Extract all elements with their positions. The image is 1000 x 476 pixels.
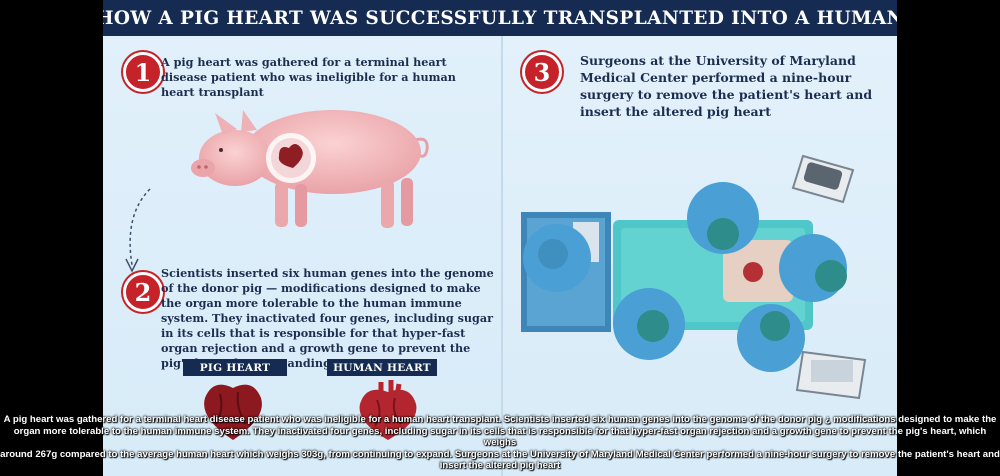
step-3-badge: 3	[522, 52, 562, 92]
infographic: HOW A PIG HEART WAS SUCCESSFULLY TRANSPL…	[103, 0, 897, 476]
step-1-text: A pig heart was gathered for a terminal …	[161, 55, 456, 99]
caption-line: A pig heart was gathered for a terminal …	[3, 414, 997, 425]
step-3-text: Surgeons at the University of Maryland M…	[580, 53, 873, 119]
step-2-text: Scientists inserted six human genes into…	[161, 266, 494, 370]
dashed-arrow	[125, 188, 151, 273]
caption-line: organ more tolerable to the human immune…	[13, 425, 987, 449]
surgical-light-icon	[791, 154, 855, 204]
caption-line: insert the altered pig heart	[439, 460, 561, 472]
page-title: HOW A PIG HEART WAS SUCCESSFULLY TRANSPL…	[103, 0, 897, 36]
human-heart-label: HUMAN HEART	[327, 359, 437, 376]
surgery-illustration	[521, 154, 867, 400]
step-1-badge: 1	[123, 52, 163, 92]
step-2-badge: 2	[123, 272, 163, 312]
video-caption: A pig heart was gathered for a terminal …	[0, 414, 1000, 472]
monitor-icon	[795, 350, 867, 400]
caption-line: around 267g compared to the average huma…	[0, 448, 1000, 460]
pig-illustration	[191, 110, 429, 228]
pig-heart-label: PIG HEART	[183, 359, 287, 376]
